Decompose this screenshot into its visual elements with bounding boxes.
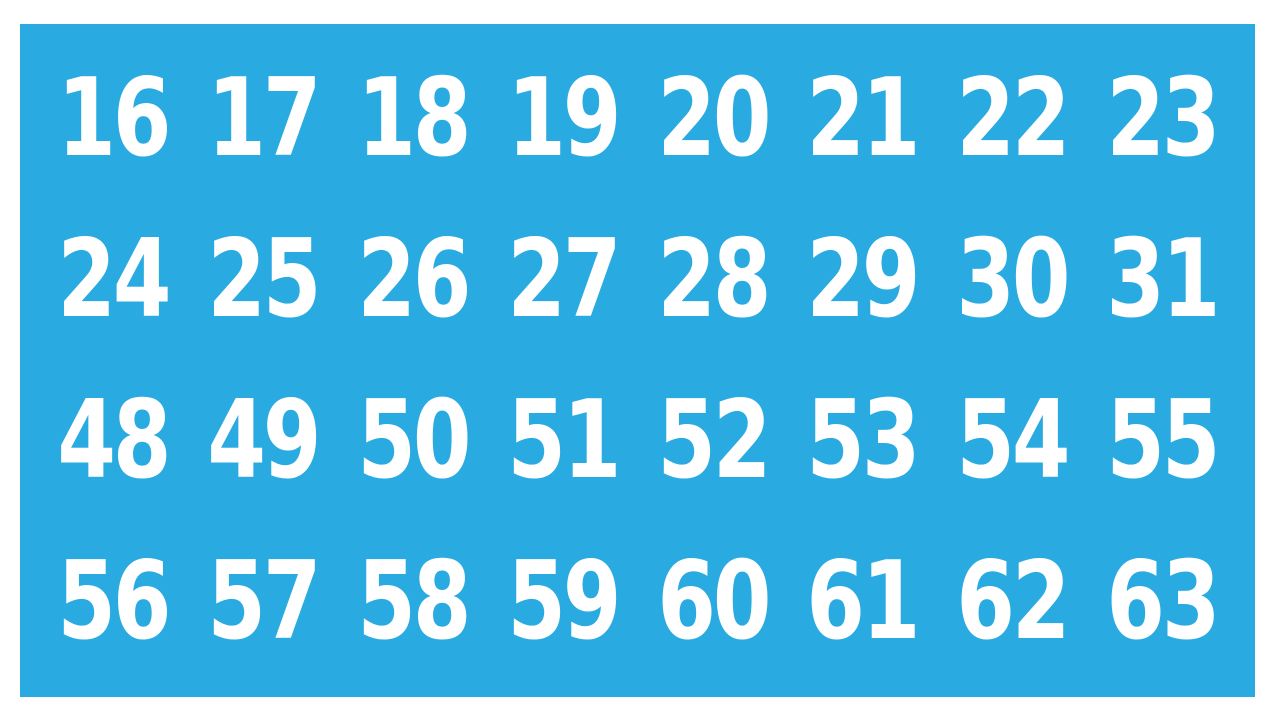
number-cell: 25 (207, 216, 321, 342)
number-cell: 51 (507, 378, 621, 504)
number-cell: 22 (956, 55, 1071, 181)
number-cell: 59 (507, 539, 621, 665)
number-cell: 55 (1106, 378, 1221, 504)
number-cell: 57 (207, 539, 321, 665)
number-cell: 58 (357, 539, 471, 665)
number-cell: 56 (57, 539, 171, 665)
number-cell: 23 (1106, 55, 1221, 181)
number-cell: 54 (956, 378, 1071, 504)
number-cell: 60 (656, 539, 771, 665)
number-grid: 16 17 18 19 20 21 22 23 24 25 26 27 28 29 30 31 48 49 50 51… (20, 24, 1255, 697)
number-cell: 16 (57, 55, 171, 181)
number-cell: 24 (57, 216, 171, 342)
number-cell: 21 (806, 55, 921, 181)
number-cell: 61 (806, 539, 921, 665)
number-cell: 53 (806, 378, 921, 504)
number-cell: 19 (507, 55, 621, 181)
number-cell: 27 (507, 216, 621, 342)
number-cell: 49 (207, 378, 321, 504)
number-cell: 62 (956, 539, 1071, 665)
number-cell: 48 (57, 378, 171, 504)
number-cell: 29 (806, 216, 921, 342)
number-cell: 63 (1106, 539, 1221, 665)
number-cell: 31 (1106, 216, 1221, 342)
number-cell: 52 (656, 378, 771, 504)
number-cell: 28 (656, 216, 771, 342)
number-cell: 18 (357, 55, 471, 181)
number-cell: 17 (207, 55, 321, 181)
number-cell: 26 (357, 216, 471, 342)
number-cell: 20 (656, 55, 771, 181)
number-cell: 30 (956, 216, 1071, 342)
number-cell: 50 (357, 378, 471, 504)
number-card: 16 17 18 19 20 21 22 23 24 25 26 27 28 29 30 31 48 49 50 51… (20, 24, 1255, 697)
